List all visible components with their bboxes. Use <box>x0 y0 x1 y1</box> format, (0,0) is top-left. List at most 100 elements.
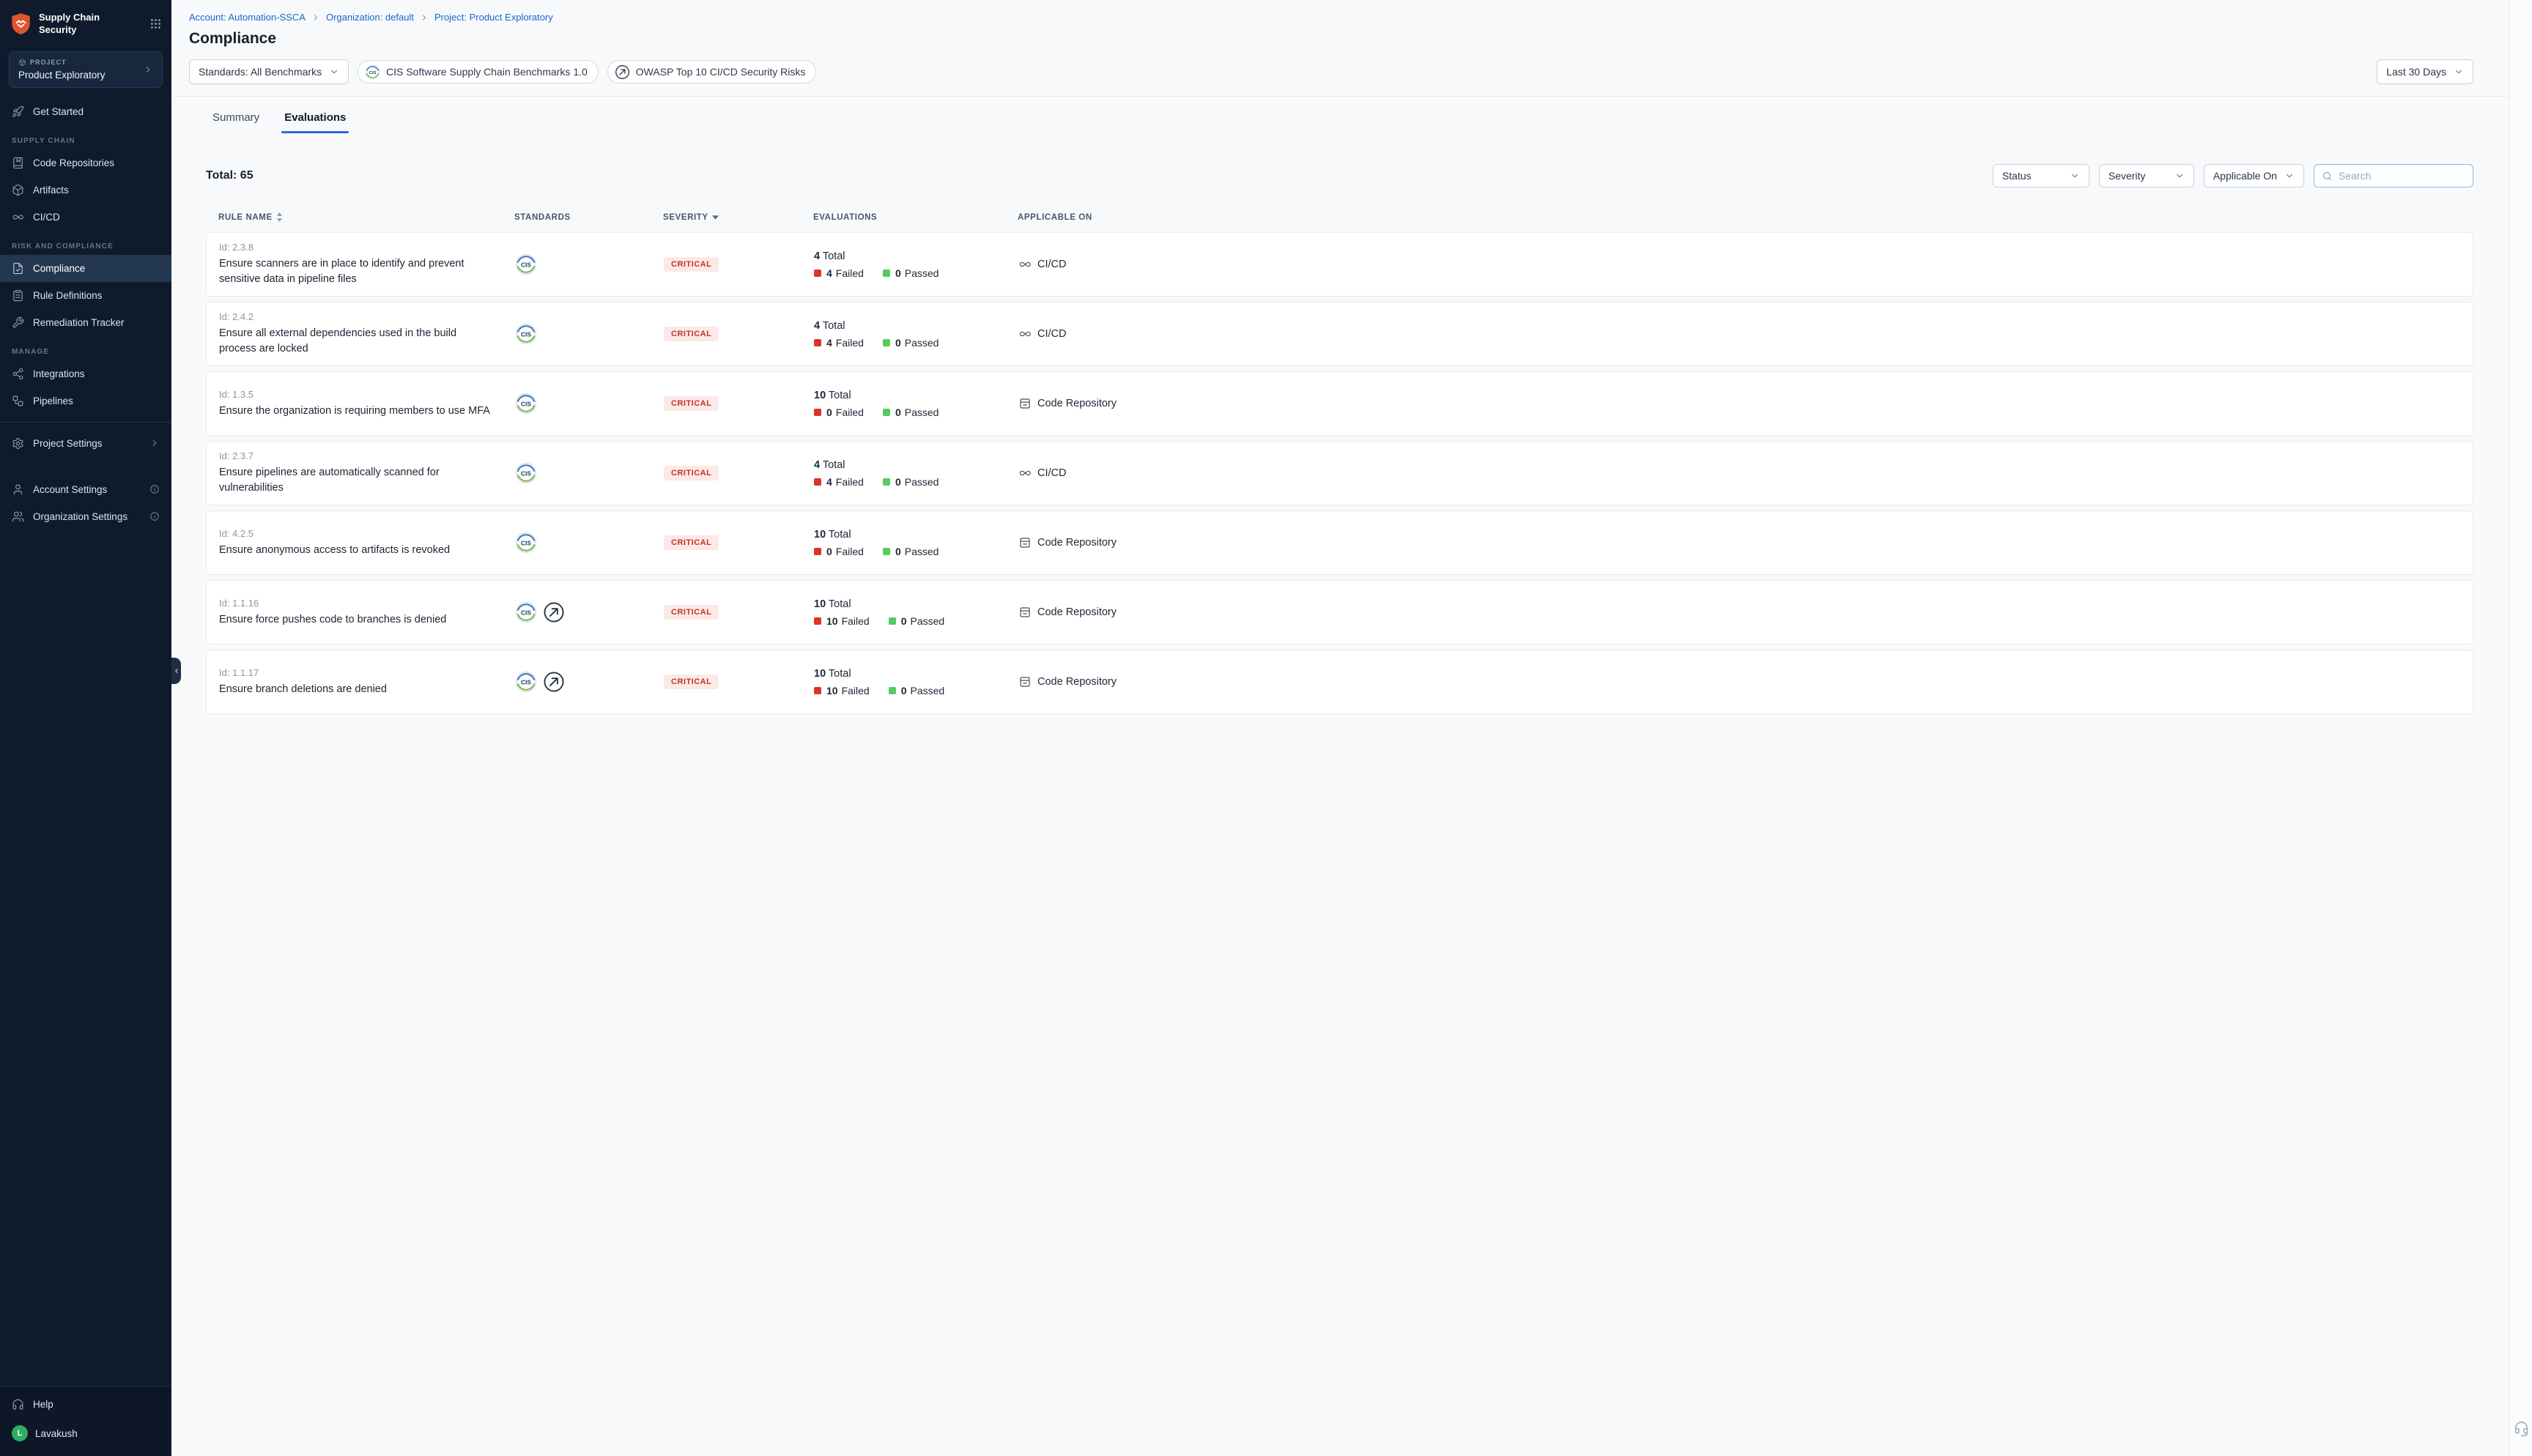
cis-benchmark-chip[interactable]: CIS CIS Software Supply Chain Benchmarks… <box>358 60 599 83</box>
eval-passed-count: 0 <box>895 337 901 349</box>
table-row[interactable]: Id: 4.2.5 Ensure anonymous access to art… <box>206 510 2473 575</box>
sidebar-item-label: Organization Settings <box>33 511 127 522</box>
eval-failed-label: Failed <box>836 476 864 488</box>
sidebar-item-integrations[interactable]: Integrations <box>0 360 171 387</box>
table-row[interactable]: Id: 1.3.5 Ensure the organization is req… <box>206 371 2473 436</box>
applicable-on-label: Code Repository <box>1037 537 1117 549</box>
table-row[interactable]: Id: 2.3.8 Ensure scanners are in place t… <box>206 232 2473 297</box>
sidebar-item-artifacts[interactable]: Artifacts <box>0 177 171 204</box>
sidebar-item-get-started[interactable]: Get Started <box>0 98 171 125</box>
tab-evaluations[interactable]: Evaluations <box>281 104 349 133</box>
eval-failed-count: 10 <box>826 685 838 697</box>
sidebar-item-compliance[interactable]: Compliance <box>0 255 171 282</box>
date-range-label: Last 30 Days <box>2386 66 2446 78</box>
passed-indicator <box>889 617 896 625</box>
chevron-down-icon <box>2284 171 2295 181</box>
user-menu[interactable]: L Lavakush <box>0 1418 171 1449</box>
standards-dropdown[interactable]: Standards: All Benchmarks <box>189 59 349 84</box>
eval-total: 4 Total <box>814 250 1018 262</box>
project-selector[interactable]: PROJECT Product Exploratory <box>9 51 163 88</box>
severity-filter-dropdown[interactable]: Severity <box>2099 164 2194 187</box>
sidebar-item-label: Artifacts <box>33 185 69 196</box>
severity-cell: CRITICAL <box>664 257 814 272</box>
severity-filter-label: Severity <box>2109 170 2146 182</box>
table-row[interactable]: Id: 1.1.16 Ensure force pushes code to b… <box>206 580 2473 645</box>
eval-passed-label: Passed <box>905 546 939 557</box>
breadcrumb-account-link[interactable]: Account: Automation-SSCA <box>189 12 306 23</box>
rule-id: Id: 2.3.8 <box>219 242 515 253</box>
support-icon[interactable] <box>2514 1422 2529 1437</box>
eval-passed-label: Passed <box>905 476 939 488</box>
sidebar-item-remediation-tracker[interactable]: Remediation Tracker <box>0 309 171 336</box>
breadcrumb-project-link[interactable]: Project: Product Exploratory <box>434 12 553 23</box>
passed-indicator <box>883 548 890 555</box>
tab-summary[interactable]: Summary <box>210 104 262 133</box>
table-row[interactable]: Id: 1.1.17 Ensure branch deletions are d… <box>206 650 2473 714</box>
sidebar-item-label: Project Settings <box>33 438 103 449</box>
standards-cell: CIS <box>515 532 664 554</box>
severity-badge: CRITICAL <box>664 675 719 689</box>
sidebar-item-account-settings[interactable]: Account Settings <box>0 476 171 503</box>
svg-text:CIS: CIS <box>521 330 531 338</box>
eval-passed-label: Passed <box>905 406 939 418</box>
cicd-icon <box>12 211 24 223</box>
sidebar-item-pipelines[interactable]: Pipelines <box>0 387 171 415</box>
toolbar: Standards: All Benchmarks CIS CIS Softwa… <box>189 59 2473 84</box>
sidebar-item-cicd[interactable]: CI/CD <box>0 204 171 231</box>
applicable-on-label: CI/CD <box>1037 467 1066 479</box>
applicable-on-label: Code Repository <box>1037 398 1117 409</box>
chevron-down-icon <box>329 67 339 77</box>
eval-failed-label: Failed <box>842 615 870 627</box>
applicable-on-filter-dropdown[interactable]: Applicable On <box>2204 164 2304 187</box>
failed-indicator <box>814 548 821 555</box>
severity-cell: CRITICAL <box>664 327 814 341</box>
info-icon <box>149 511 160 521</box>
eval-passed-label: Passed <box>905 337 939 349</box>
table-row[interactable]: Id: 2.3.7 Ensure pipelines are automatic… <box>206 441 2473 505</box>
sidebar-item-project-settings[interactable]: Project Settings <box>0 430 171 457</box>
app-title: Supply Chain Security <box>39 12 143 37</box>
standards-cell: CIS <box>515 671 664 693</box>
owasp-chip[interactable]: OWASP Top 10 CI/CD Security Risks <box>607 60 817 83</box>
table-row[interactable]: Id: 2.4.2 Ensure all external dependenci… <box>206 302 2473 366</box>
sidebar-item-rule-definitions[interactable]: Rule Definitions <box>0 282 171 309</box>
severity-cell: CRITICAL <box>664 396 814 411</box>
eval-failed-count: 4 <box>826 337 832 349</box>
project-label: PROJECT <box>30 59 67 66</box>
column-severity[interactable]: SEVERITY <box>663 213 813 222</box>
eval-total-label: Total <box>829 529 851 541</box>
chevron-right-icon <box>420 13 429 22</box>
status-filter-dropdown[interactable]: Status <box>1993 164 2089 187</box>
severity-badge: CRITICAL <box>664 466 719 480</box>
apps-grid-icon[interactable] <box>150 18 161 29</box>
eval-failed: 0 Failed <box>814 546 864 557</box>
severity-badge: CRITICAL <box>664 396 719 411</box>
date-range-dropdown[interactable]: Last 30 Days <box>2377 59 2473 84</box>
sidebar-collapse-button[interactable] <box>171 658 181 684</box>
code-repository-icon <box>1018 675 1032 688</box>
failed-indicator <box>814 687 821 694</box>
code-repositories-icon <box>12 157 24 169</box>
severity-badge: CRITICAL <box>664 605 719 620</box>
column-rule-name[interactable]: RULE NAME <box>218 212 514 222</box>
rule-id: Id: 1.3.5 <box>219 389 515 400</box>
rule-id: Id: 4.2.5 <box>219 528 515 539</box>
page-title: Compliance <box>189 30 2473 48</box>
rule-name-cell: Id: 1.1.17 Ensure branch deletions are d… <box>219 667 515 697</box>
breadcrumb-organization-link[interactable]: Organization: default <box>326 12 414 23</box>
applicable-cell: CI/CD <box>1018 327 2473 341</box>
organization-settings-icon <box>12 510 24 523</box>
total-count: Total: 65 <box>206 169 253 182</box>
compliance-icon <box>12 262 24 275</box>
eval-total-count: 10 <box>814 529 826 541</box>
sidebar-item-code-repositories[interactable]: Code Repositories <box>0 149 171 177</box>
sidebar-item-help[interactable]: Help <box>0 1391 171 1418</box>
rocket-icon <box>12 105 24 118</box>
search-input[interactable] <box>2339 170 2465 182</box>
cis-logo-icon: CIS <box>515 462 537 484</box>
owasp-logo-icon <box>615 64 630 80</box>
passed-indicator <box>889 687 896 694</box>
eval-passed-count: 0 <box>895 476 901 488</box>
sidebar-item-label: CI/CD <box>33 212 60 223</box>
sidebar-item-organization-settings[interactable]: Organization Settings <box>0 503 171 530</box>
